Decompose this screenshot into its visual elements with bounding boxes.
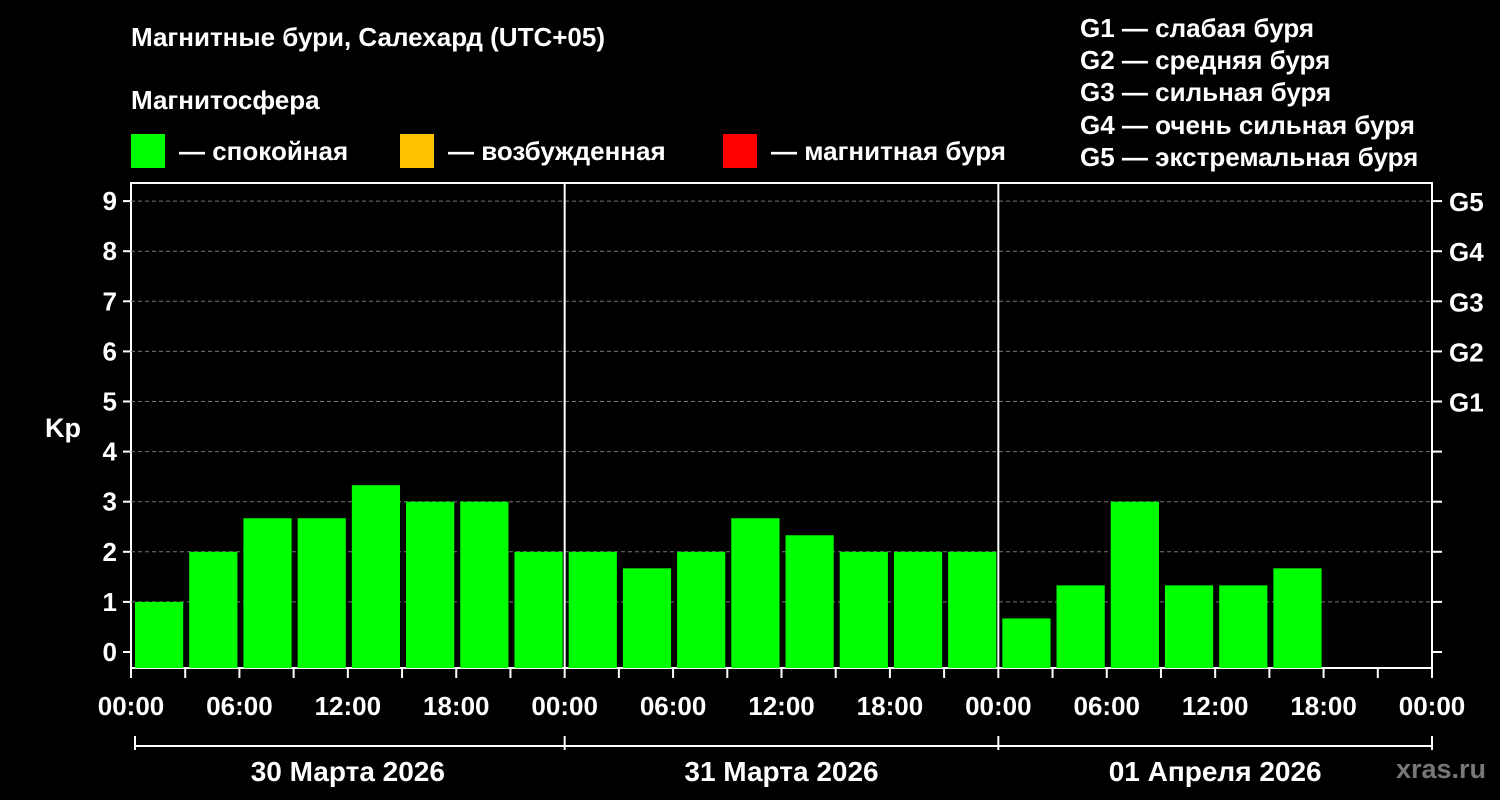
watermark: xras.ru bbox=[1395, 754, 1486, 784]
g-level-label-g4: G4 bbox=[1449, 237, 1484, 267]
bar-16 bbox=[1002, 618, 1051, 668]
y-tick-label-8: 8 bbox=[103, 236, 117, 266]
y-tick-label-6: 6 bbox=[103, 336, 117, 366]
y-tick-label-9: 9 bbox=[103, 186, 117, 216]
bar-2 bbox=[243, 518, 292, 668]
y-tick-label-7: 7 bbox=[103, 286, 117, 316]
bar-6 bbox=[460, 501, 509, 668]
x-tick-label-7: 18:00 bbox=[857, 691, 924, 721]
y-tick-label-3: 3 bbox=[103, 487, 117, 517]
bar-17 bbox=[1056, 585, 1105, 668]
bar-5 bbox=[406, 501, 455, 668]
x-tick-label-3: 18:00 bbox=[423, 691, 490, 721]
x-tick-label-0: 00:00 bbox=[98, 691, 165, 721]
y-tick-label-5: 5 bbox=[103, 387, 117, 417]
bar-8 bbox=[568, 551, 617, 668]
bar-14 bbox=[893, 551, 943, 668]
x-tick-label-9: 06:00 bbox=[1074, 691, 1141, 721]
date-label-2: 01 Апреля 2026 bbox=[1109, 756, 1322, 787]
bar-10 bbox=[677, 551, 726, 668]
y-tick-label-1: 1 bbox=[103, 587, 117, 617]
x-tick-label-11: 18:00 bbox=[1290, 691, 1357, 721]
bar-21 bbox=[1273, 568, 1322, 668]
y-tick-label-2: 2 bbox=[103, 537, 117, 567]
bar-12 bbox=[785, 535, 834, 668]
g-level-label-g1: G1 bbox=[1449, 388, 1484, 418]
kp-bar-chart: 0 1 2 3 4 5 6 7 8 9 G1 G2 G3 G4 G5 Kp 00:00 06:00 12:00 18:… bbox=[45, 182, 1484, 787]
x-tick-label-10: 12:00 bbox=[1182, 691, 1249, 721]
x-tick-label-8: 00:00 bbox=[965, 691, 1032, 721]
bar-15 bbox=[948, 551, 997, 668]
x-tick-label-4: 00:00 bbox=[531, 691, 598, 721]
x-tick-label-5: 06:00 bbox=[640, 691, 707, 721]
y-tick-label-4: 4 bbox=[103, 437, 118, 467]
x-tick-label-6: 12:00 bbox=[748, 691, 815, 721]
g-level-label-g5: G5 bbox=[1449, 187, 1484, 217]
date-label-1: 31 Марта 2026 bbox=[684, 756, 878, 787]
x-tick-label-12: 00:00 bbox=[1399, 691, 1466, 721]
g-level-label-g2: G2 bbox=[1449, 337, 1484, 367]
x-tick-label-1: 06:00 bbox=[206, 691, 273, 721]
g-level-label-g3: G3 bbox=[1449, 287, 1484, 317]
bar-11 bbox=[731, 518, 780, 668]
y-tick-label-0: 0 bbox=[103, 637, 117, 667]
bar-18 bbox=[1110, 501, 1159, 668]
bar-7 bbox=[514, 551, 563, 668]
bar-4 bbox=[351, 485, 401, 668]
bar-19 bbox=[1164, 585, 1214, 668]
bar-9 bbox=[622, 568, 672, 668]
bar-1 bbox=[189, 551, 238, 668]
bar-20 bbox=[1219, 585, 1268, 668]
bar-13 bbox=[839, 551, 888, 668]
y-axis-label: Kp bbox=[45, 413, 81, 443]
x-tick-label-2: 12:00 bbox=[315, 691, 382, 721]
bar-0 bbox=[135, 601, 184, 668]
date-label-0: 30 Марта 2026 bbox=[251, 756, 445, 787]
bar-3 bbox=[297, 518, 346, 668]
